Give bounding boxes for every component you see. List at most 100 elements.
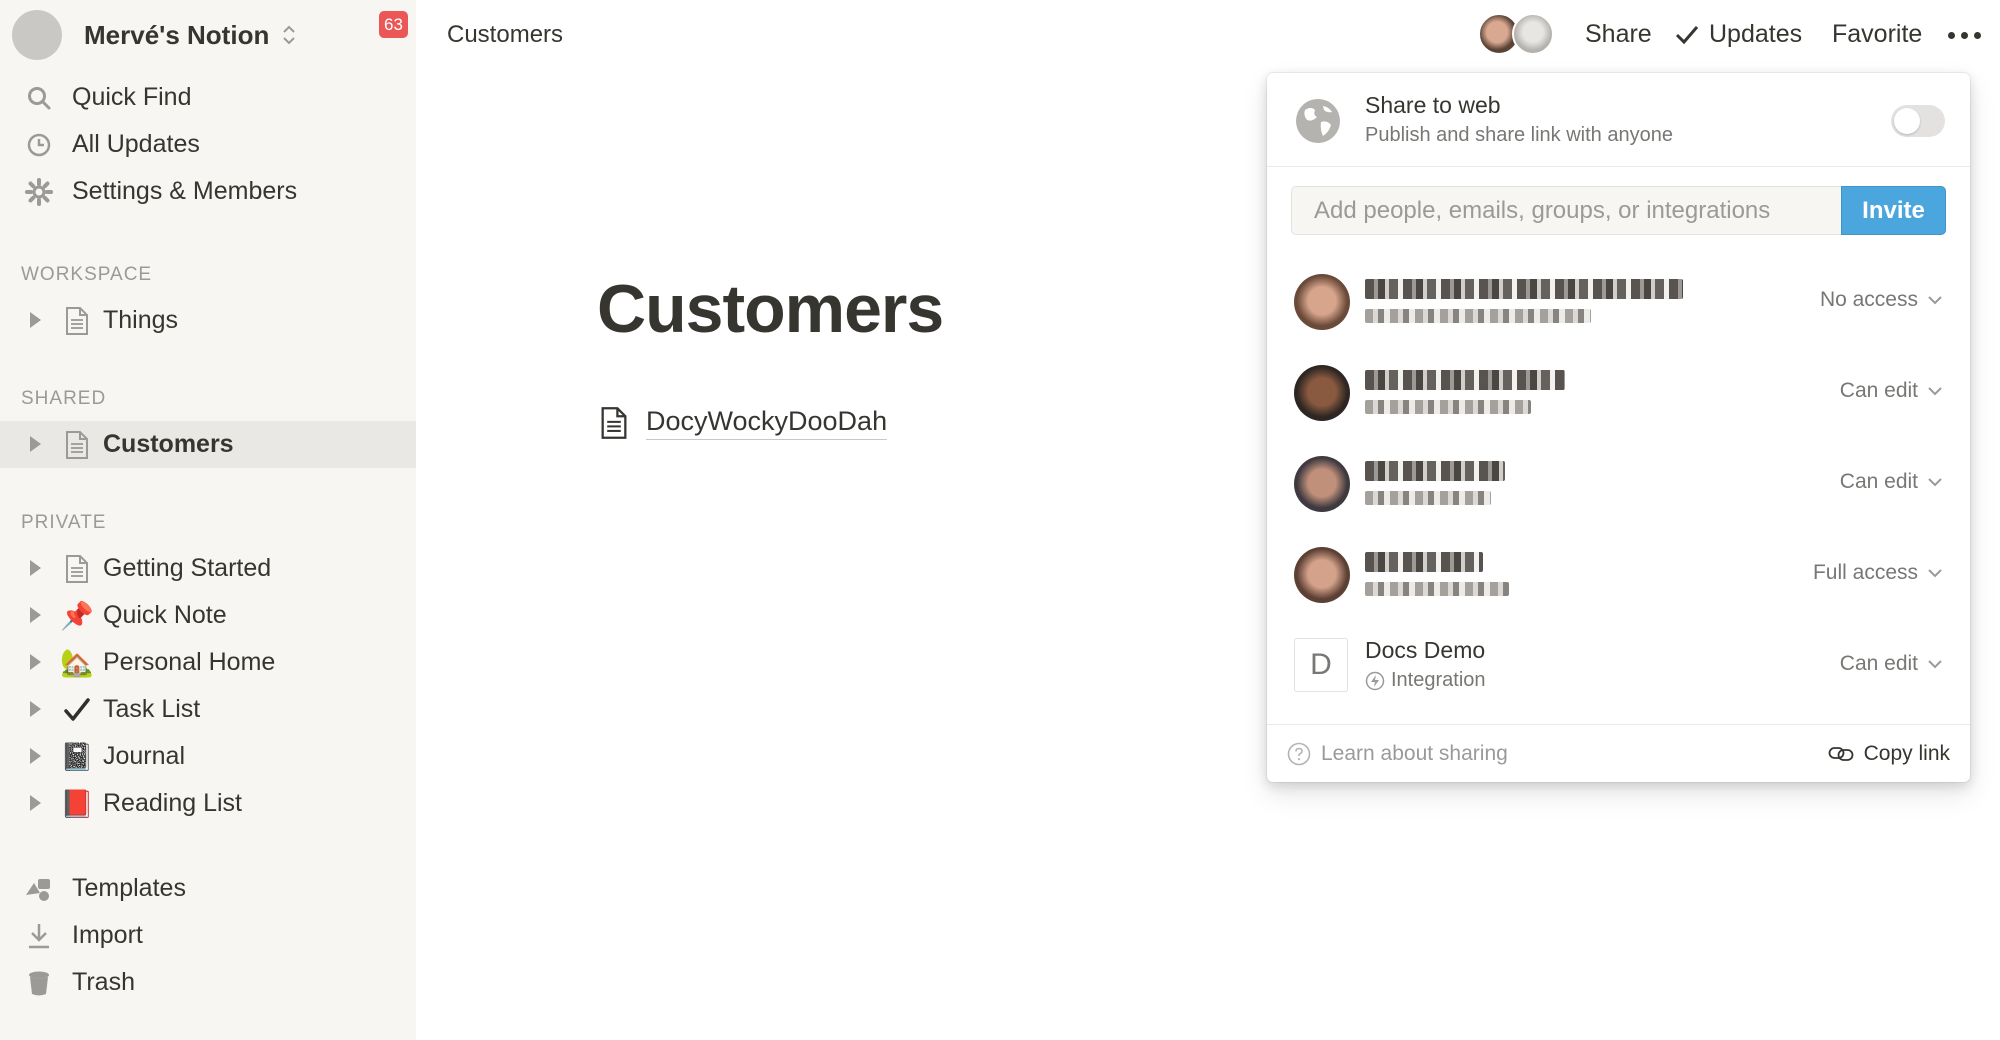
- favorite-button[interactable]: Favorite: [1832, 20, 1922, 49]
- more-options-icon[interactable]: [1948, 32, 1981, 39]
- page-icon: [601, 407, 627, 439]
- expand-arrow-icon[interactable]: [30, 560, 41, 576]
- workspace-switcher[interactable]: Mervé's Notion: [12, 10, 402, 60]
- copy-link-label: Copy link: [1863, 742, 1950, 765]
- integration-row: D Docs Demo Integration Can edit: [1267, 621, 1970, 712]
- help-icon: [1287, 742, 1311, 766]
- page-icon: [60, 428, 94, 462]
- sidebar-page-things[interactable]: Things: [0, 297, 416, 344]
- expand-arrow-icon[interactable]: [30, 795, 41, 811]
- check-icon: [1675, 26, 1699, 45]
- access-dropdown[interactable]: No access: [1820, 288, 1942, 312]
- expand-arrow-icon[interactable]: [30, 748, 41, 764]
- chevron-down-icon: [1928, 659, 1942, 668]
- sidebar-item-label: Settings & Members: [72, 177, 298, 205]
- section-label-workspace: WORKSPACE: [21, 264, 153, 285]
- integration-type: Integration: [1365, 669, 1486, 692]
- access-label: Can edit: [1839, 652, 1918, 675]
- sidebar-page-getting-started[interactable]: Getting Started: [0, 545, 416, 592]
- sidebar-page-reading-list[interactable]: 📕 Reading List: [0, 780, 416, 827]
- download-icon: [24, 921, 54, 951]
- access-label: No access: [1819, 288, 1918, 311]
- member-email-redacted: [1365, 491, 1491, 505]
- expand-arrow-icon[interactable]: [30, 701, 41, 717]
- share-to-web-toggle[interactable]: [1891, 105, 1945, 137]
- sidebar-page-journal[interactable]: 📓 Journal: [0, 733, 416, 780]
- breadcrumb[interactable]: Customers: [447, 21, 563, 49]
- trash-icon: [24, 968, 54, 998]
- updates-button[interactable]: Updates: [1709, 20, 1802, 49]
- page-title[interactable]: Customers: [597, 270, 944, 348]
- checkmark-icon: [60, 693, 94, 727]
- expand-arrow-icon[interactable]: [30, 312, 41, 328]
- section-label-shared: SHARED: [21, 388, 107, 409]
- member-email-redacted: [1365, 309, 1591, 323]
- chevron-down-icon: [1928, 477, 1942, 486]
- expand-arrow-icon[interactable]: [30, 654, 41, 670]
- pushpin-icon: 📌: [60, 601, 94, 631]
- access-dropdown[interactable]: Full access: [1813, 561, 1942, 585]
- sidebar-item-label: Quick Find: [72, 83, 192, 111]
- sidebar-item-settings[interactable]: Settings & Members: [0, 168, 416, 215]
- learn-about-sharing-link[interactable]: Learn about sharing: [1287, 742, 1508, 766]
- avatar: [1294, 274, 1350, 330]
- link-icon: [1828, 747, 1854, 761]
- sidebar-item-templates[interactable]: Templates: [0, 865, 416, 912]
- access-label: Can edit: [1839, 470, 1918, 493]
- collaborator-avatars[interactable]: [1478, 13, 1556, 55]
- sidebar-item-all-updates[interactable]: All Updates: [0, 121, 416, 168]
- section-label-private: PRIVATE: [21, 512, 107, 533]
- sidebar-item-quick-find[interactable]: Quick Find: [0, 74, 416, 121]
- workspace-name: Mervé's Notion: [84, 19, 270, 50]
- chevron-down-icon: [1928, 386, 1942, 395]
- sidebar-item-label: Trash: [72, 968, 135, 996]
- access-dropdown[interactable]: Can edit: [1840, 652, 1942, 676]
- member-row: Can edit: [1267, 439, 1970, 530]
- member-row: No access: [1267, 257, 1970, 348]
- chevron-down-icon: [1928, 295, 1942, 304]
- chevron-down-icon: [1928, 568, 1942, 577]
- sidebar-page-label: Personal Home: [103, 648, 276, 676]
- bolt-icon: [1365, 671, 1385, 690]
- share-panel: Share to web Publish and share link with…: [1267, 73, 1970, 782]
- share-to-web-row[interactable]: Share to web Publish and share link with…: [1267, 73, 1970, 167]
- page-icon: [60, 552, 94, 586]
- sidebar-item-label: All Updates: [72, 130, 200, 158]
- page-icon: [60, 304, 94, 338]
- globe-icon: [1296, 99, 1340, 143]
- subpage-link[interactable]: DocyWockyDooDah: [600, 402, 888, 444]
- access-label: Can edit: [1839, 379, 1918, 402]
- sidebar-page-customers[interactable]: Customers: [0, 421, 416, 468]
- learn-label: Learn about sharing: [1321, 742, 1508, 765]
- invite-button[interactable]: Invite: [1841, 186, 1946, 235]
- gear-icon: [24, 177, 54, 207]
- sidebar-page-personal-home[interactable]: 🏡 Personal Home: [0, 639, 416, 686]
- expand-arrow-icon[interactable]: [30, 436, 41, 452]
- notification-badge[interactable]: 63: [379, 11, 408, 38]
- copy-link-button[interactable]: Copy link: [1828, 742, 1950, 766]
- expand-arrow-icon[interactable]: [30, 607, 41, 623]
- member-email-redacted: [1365, 400, 1531, 414]
- share-button[interactable]: Share: [1585, 20, 1652, 49]
- clock-icon: [24, 130, 54, 160]
- toggle-knob: [1894, 108, 1920, 134]
- notebook-icon: 📓: [60, 742, 94, 772]
- member-name-redacted: [1365, 279, 1683, 299]
- avatar: [1294, 365, 1350, 421]
- sidebar-item-label: Templates: [72, 874, 186, 902]
- member-email-redacted: [1365, 582, 1509, 596]
- access-dropdown[interactable]: Can edit: [1840, 379, 1942, 403]
- integration-name: Docs Demo: [1365, 637, 1486, 663]
- access-dropdown[interactable]: Can edit: [1840, 470, 1942, 494]
- sidebar-page-task-list[interactable]: Task List: [0, 686, 416, 733]
- sidebar-item-trash[interactable]: Trash: [0, 959, 416, 1006]
- sidebar-item-import[interactable]: Import: [0, 912, 416, 959]
- avatar: [1512, 13, 1554, 55]
- chevron-updown-icon: [283, 25, 296, 45]
- sidebar-page-label: Quick Note: [103, 601, 227, 629]
- integration-avatar: D: [1294, 638, 1348, 692]
- integration-type-label: Integration: [1391, 669, 1486, 691]
- sidebar-page-quick-note[interactable]: 📌 Quick Note: [0, 592, 416, 639]
- sidebar-item-label: Import: [72, 921, 143, 949]
- invite-input[interactable]: [1291, 186, 1841, 235]
